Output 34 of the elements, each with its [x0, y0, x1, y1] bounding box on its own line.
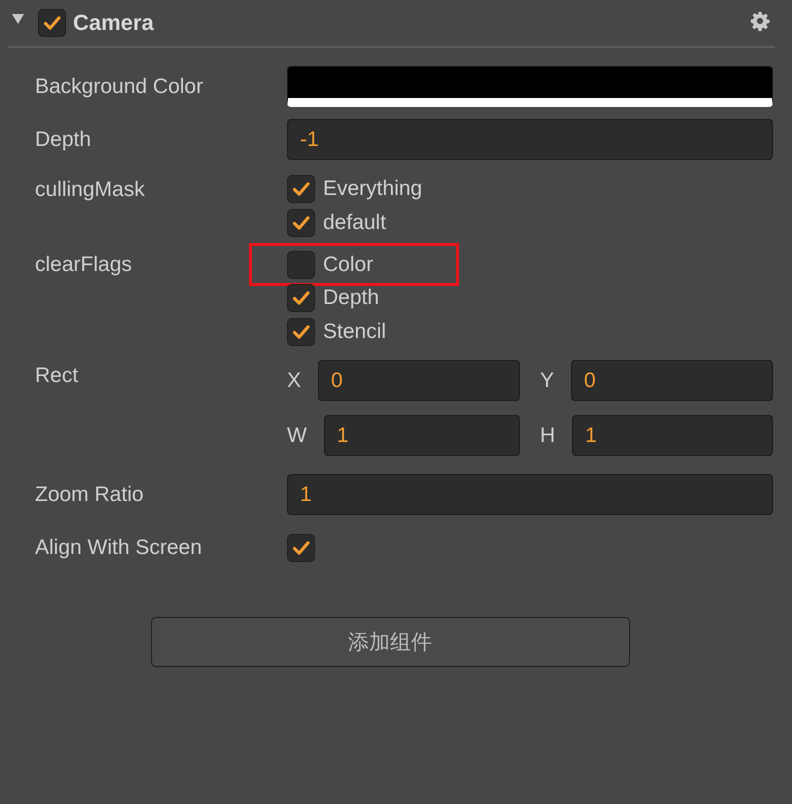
settings-icon[interactable] [750, 11, 770, 31]
checkbox[interactable] [287, 209, 315, 237]
checkbox[interactable] [287, 284, 315, 312]
input-field[interactable]: 1 [572, 415, 773, 456]
input-field[interactable]: 1 [287, 474, 773, 515]
option-label: Stencil [323, 320, 386, 344]
property-label: cullingMask [35, 177, 146, 203]
field-label: Y [540, 368, 554, 392]
component-title: Camera [73, 10, 154, 36]
property-label: Zoom Ratio [35, 482, 145, 508]
option-label: Color [323, 252, 374, 276]
color-field[interactable] [287, 66, 773, 107]
field-label: H [540, 424, 556, 448]
property-label: Depth [35, 126, 92, 152]
option-label: Everything [323, 177, 422, 201]
field-label: X [287, 368, 302, 392]
checkbox[interactable] [38, 9, 66, 37]
field-label: W [287, 424, 307, 448]
input-field[interactable]: -1 [287, 119, 773, 160]
property-label: Rect [35, 363, 80, 389]
add-component-button[interactable]: 添加组件 [150, 617, 630, 667]
input-field[interactable]: 0 [571, 360, 773, 401]
property-label: Background Color [35, 74, 204, 100]
property-label: clearFlags [35, 252, 133, 278]
collapse-triangle-icon[interactable] [12, 13, 24, 25]
property-label: Align With Screen [35, 535, 203, 561]
option-label: default [323, 211, 386, 235]
option-label: Depth [323, 286, 380, 310]
input-field[interactable]: 0 [318, 360, 520, 401]
checkbox[interactable] [287, 175, 315, 203]
checkbox[interactable] [287, 318, 315, 346]
checkbox[interactable] [287, 534, 315, 562]
input-field[interactable]: 1 [324, 415, 520, 456]
checkbox[interactable] [287, 250, 315, 278]
